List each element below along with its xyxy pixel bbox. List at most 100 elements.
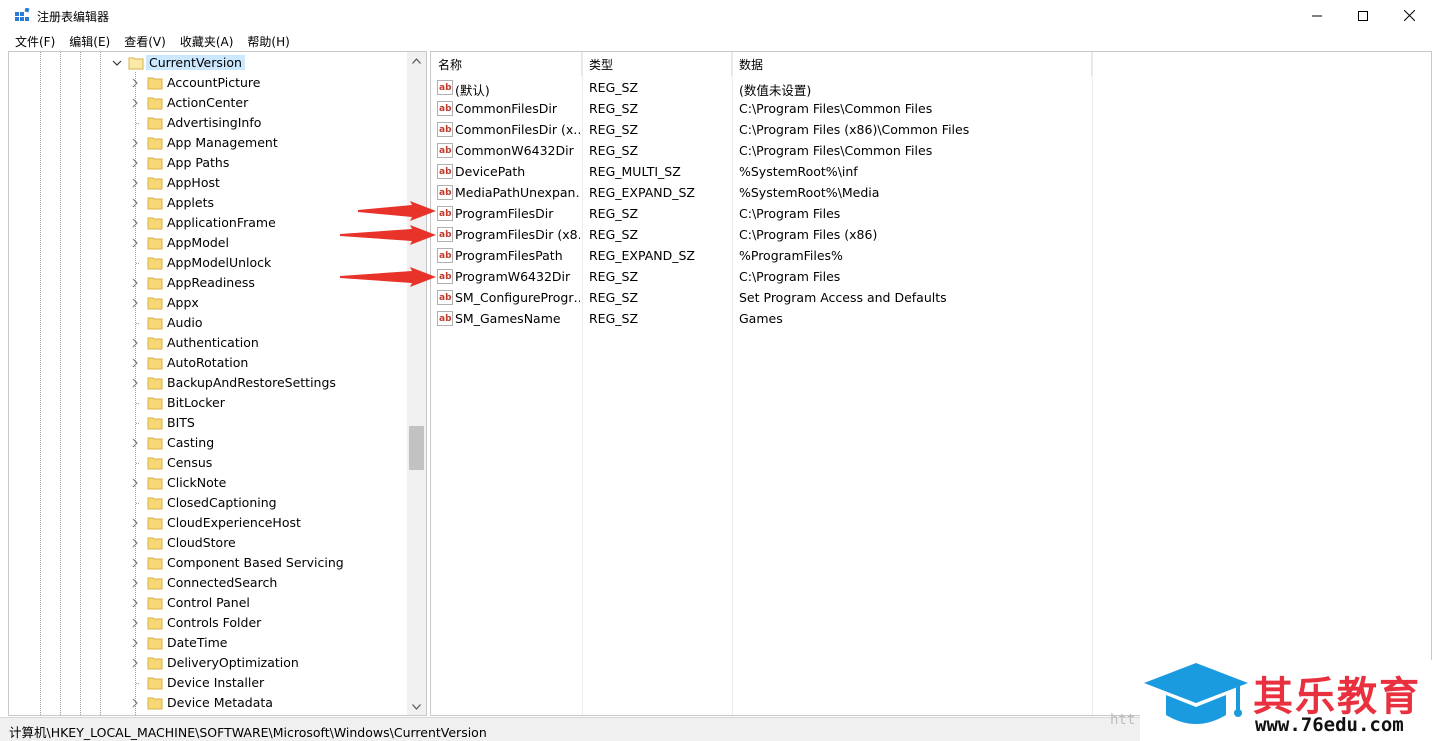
watermark-faint-text: htt — [1110, 712, 1136, 728]
chevron-right-icon[interactable] — [130, 138, 140, 148]
tree-item[interactable]: BitLocker — [9, 393, 409, 413]
tree-item-label: ClosedCaptioning — [167, 495, 277, 510]
value-row[interactable]: ab SM_ConfigureProgr… REG_SZ Set Program Ac… — [431, 287, 1431, 308]
value-data: C:\Program Files — [739, 269, 841, 284]
tree-scrollbar[interactable] — [407, 52, 426, 715]
value-row[interactable]: ab SM_GamesName REG_SZ Games — [431, 308, 1431, 329]
tree-item-label: Authentication — [167, 335, 259, 350]
tree-item[interactable]: AppHost — [9, 173, 409, 193]
tree-item[interactable]: Component Based Servicing — [9, 553, 409, 573]
value-row[interactable]: ab ProgramFilesDir REG_SZ C:\Program Files — [431, 203, 1431, 224]
chevron-right-icon[interactable] — [130, 238, 140, 248]
column-header-name[interactable]: 名称 — [431, 52, 582, 76]
tree-item[interactable]: CloudExperienceHost — [9, 513, 409, 533]
scroll-thumb[interactable] — [409, 426, 424, 470]
value-row[interactable]: ab ProgramFilesDir (x8… REG_SZ C:\Program F… — [431, 224, 1431, 245]
tree-item[interactable]: AccountPicture — [9, 73, 409, 93]
chevron-right-icon[interactable] — [130, 358, 140, 368]
tree-item[interactable]: ClickNote — [9, 473, 409, 493]
tree-item[interactable]: BITS — [9, 413, 409, 433]
annotation-arrow-icon — [358, 201, 436, 221]
chevron-right-icon[interactable] — [130, 558, 140, 568]
chevron-right-icon[interactable] — [130, 198, 140, 208]
chevron-right-icon[interactable] — [130, 578, 140, 588]
chevron-right-icon[interactable] — [130, 158, 140, 168]
tree-item[interactable]: Appx — [9, 293, 409, 313]
chevron-right-icon[interactable] — [130, 638, 140, 648]
value-row[interactable]: ab CommonFilesDir REG_SZ C:\Program Files\C… — [431, 98, 1431, 119]
tree-item[interactable]: App Paths — [9, 153, 409, 173]
folder-icon — [147, 237, 163, 250]
tree-item[interactable]: DateTime — [9, 633, 409, 653]
chevron-right-icon[interactable] — [130, 478, 140, 488]
tree-item[interactable]: ActionCenter — [9, 93, 409, 113]
value-row[interactable]: ab CommonW6432Dir REG_SZ C:\Program Files\C… — [431, 140, 1431, 161]
tree-item[interactable]: ConnectedSearch — [9, 573, 409, 593]
tree-item[interactable]: ClosedCaptioning — [9, 493, 409, 513]
value-type: REG_SZ — [589, 122, 639, 137]
svg-text:ab: ab — [439, 167, 452, 177]
tree-item[interactable]: Device Metadata — [9, 693, 409, 713]
chevron-right-icon[interactable] — [130, 78, 140, 88]
tree-item[interactable]: Census — [9, 453, 409, 473]
chevron-right-icon[interactable] — [130, 658, 140, 668]
values-list-pane[interactable]: 名称 类型 数据 ab (默认) REG_SZ (数值未设置) ab CommonFile… — [430, 51, 1432, 716]
value-row[interactable]: ab DevicePath REG_MULTI_SZ %SystemRoot%\inf — [431, 161, 1431, 182]
tree-item[interactable]: AutoRotation — [9, 353, 409, 373]
folder-icon — [147, 437, 163, 450]
svg-text:ab: ab — [439, 272, 452, 282]
tree-item[interactable]: Authentication — [9, 333, 409, 353]
value-data: C:\Program Files (x86)\Common Files — [739, 122, 970, 137]
chevron-right-icon[interactable] — [130, 178, 140, 188]
menu-help[interactable]: 帮助(H) — [240, 33, 296, 50]
tree-item[interactable]: DeliveryOptimization — [9, 653, 409, 673]
value-row[interactable]: ab ProgramW6432Dir REG_SZ C:\Program Files — [431, 266, 1431, 287]
value-row[interactable]: ab ProgramFilesPath REG_EXPAND_SZ %ProgramF… — [431, 245, 1431, 266]
value-row[interactable]: ab MediaPathUnexpan… REG_EXPAND_SZ %SystemR… — [431, 182, 1431, 203]
value-name: MediaPathUnexpan… — [455, 185, 580, 200]
chevron-right-icon[interactable] — [130, 378, 140, 388]
tree-item[interactable]: AdvertisingInfo — [9, 113, 409, 133]
tree-item[interactable]: App Management — [9, 133, 409, 153]
tree-item[interactable]: CloudStore — [9, 533, 409, 553]
tree-item[interactable]: Casting — [9, 433, 409, 453]
scroll-down-button[interactable] — [407, 698, 426, 715]
chevron-right-icon[interactable] — [130, 698, 140, 708]
chevron-right-icon[interactable] — [130, 98, 140, 108]
value-row[interactable]: ab (默认) REG_SZ (数值未设置) — [431, 77, 1431, 98]
chevron-right-icon[interactable] — [130, 618, 140, 628]
chevron-right-icon[interactable] — [130, 598, 140, 608]
folder-icon — [147, 137, 163, 150]
chevron-right-icon[interactable] — [130, 218, 140, 228]
chevron-right-icon[interactable] — [130, 538, 140, 548]
column-header-data[interactable]: 数据 — [732, 52, 1092, 76]
column-header-type[interactable]: 类型 — [582, 52, 732, 76]
tree-item[interactable]: Audio — [9, 313, 409, 333]
value-row[interactable]: ab CommonFilesDir (x… REG_SZ C:\Program Fil… — [431, 119, 1431, 140]
chevron-right-icon[interactable] — [130, 338, 140, 348]
tree-item[interactable]: Control Panel — [9, 593, 409, 613]
chevron-right-icon[interactable] — [130, 298, 140, 308]
svg-text:ab: ab — [439, 125, 452, 135]
chevron-right-icon[interactable] — [130, 518, 140, 528]
tree-item-label: AppModelUnlock — [167, 255, 272, 270]
scroll-up-button[interactable] — [407, 52, 426, 69]
menu-favorites[interactable]: 收藏夹(A) — [173, 33, 241, 50]
chevron-down-icon[interactable] — [112, 58, 122, 68]
maximize-button[interactable] — [1340, 0, 1386, 31]
minimize-button[interactable] — [1294, 0, 1340, 31]
close-button[interactable] — [1386, 0, 1432, 31]
menu-file[interactable]: 文件(F) — [8, 33, 62, 50]
key-tree-pane[interactable]: CurrentVersion AccountPicture ActionCente… — [8, 51, 427, 716]
tree-item[interactable]: Controls Folder — [9, 613, 409, 633]
menu-edit[interactable]: 编辑(E) — [62, 33, 117, 50]
chevron-right-icon[interactable] — [130, 438, 140, 448]
tree-item[interactable]: BackupAndRestoreSettings — [9, 373, 409, 393]
tree-item-currentversion[interactable]: CurrentVersion — [9, 53, 409, 73]
tree-item[interactable]: Applets — [9, 193, 409, 213]
chevron-right-icon[interactable] — [130, 278, 140, 288]
tree-item[interactable]: Device Installer — [9, 673, 409, 693]
menu-view[interactable]: 查看(V) — [117, 33, 173, 50]
value-type: REG_EXPAND_SZ — [589, 185, 695, 200]
svg-text:ab: ab — [439, 293, 452, 303]
